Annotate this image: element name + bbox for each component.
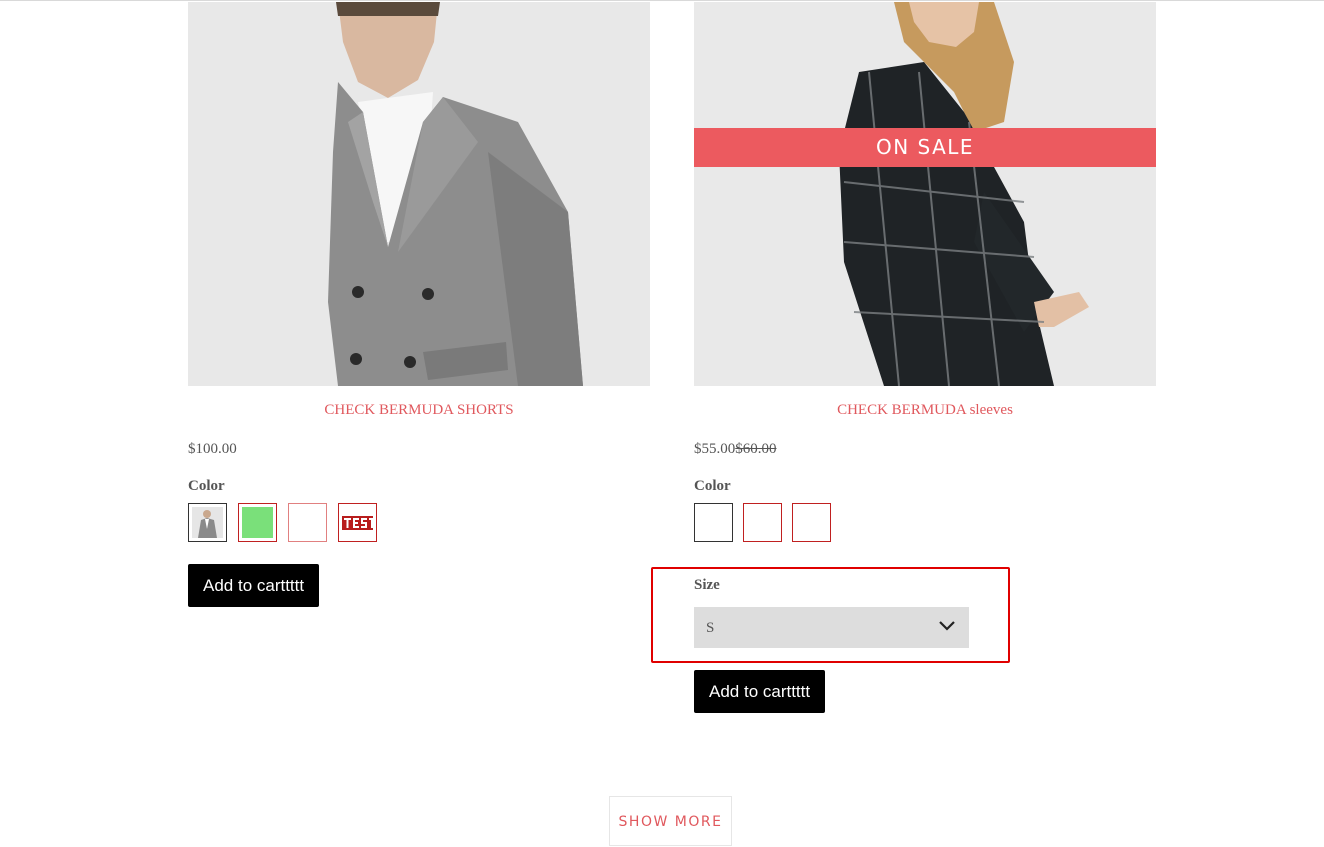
product-image[interactable]	[188, 2, 650, 386]
price: $100.00	[188, 441, 650, 461]
product-photo-man-blazer	[188, 2, 650, 386]
color-swatch-white[interactable]	[288, 503, 327, 542]
color-swatches	[694, 503, 1156, 542]
on-sale-badge: ON SALE	[694, 128, 1156, 167]
product-title[interactable]: CHECK BERMUDA sleeves	[694, 402, 1156, 419]
swatch-thumbnail-image	[192, 507, 223, 538]
product-image[interactable]: ON SALE	[694, 2, 1156, 386]
current-price: $100.00	[188, 441, 237, 457]
color-label: Color	[188, 478, 225, 494]
add-to-cart-wrapper: Add to carttttt	[694, 648, 826, 713]
size-dropdown[interactable]: S	[694, 607, 969, 648]
swatch-test-image	[342, 507, 373, 538]
chevron-down-icon	[939, 621, 955, 631]
green-color-fill	[242, 507, 273, 538]
price: $55.00$60.00	[694, 441, 1156, 461]
color-swatches	[188, 503, 650, 542]
color-swatch-white[interactable]	[694, 503, 733, 542]
color-swatch-white[interactable]	[792, 503, 831, 542]
add-to-cart-button[interactable]: Add to carttttt	[188, 564, 320, 607]
add-to-cart-button[interactable]: Add to carttttt	[694, 670, 826, 713]
color-swatch-test-image[interactable]	[338, 503, 377, 542]
color-label: Color	[694, 478, 731, 494]
product-card: CHECK BERMUDA SHORTS $100.00 Color Add t…	[188, 2, 650, 607]
product-title[interactable]: CHECK BERMUDA SHORTS	[188, 402, 650, 419]
color-swatch-green[interactable]	[238, 503, 277, 542]
current-price: $55.00	[694, 441, 736, 457]
product-card: ON SALE CHECK BERMUDA sleeves $55.00$60.…	[651, 2, 1156, 713]
product-photo-woman-check-shirt	[694, 2, 1156, 386]
color-swatch-white[interactable]	[743, 503, 782, 542]
color-swatch-model-thumbnail[interactable]	[188, 503, 227, 542]
top-divider	[0, 0, 1324, 1]
original-price: $60.00	[735, 441, 777, 457]
size-label: Size	[694, 577, 720, 593]
size-selected-value: S	[706, 620, 715, 636]
